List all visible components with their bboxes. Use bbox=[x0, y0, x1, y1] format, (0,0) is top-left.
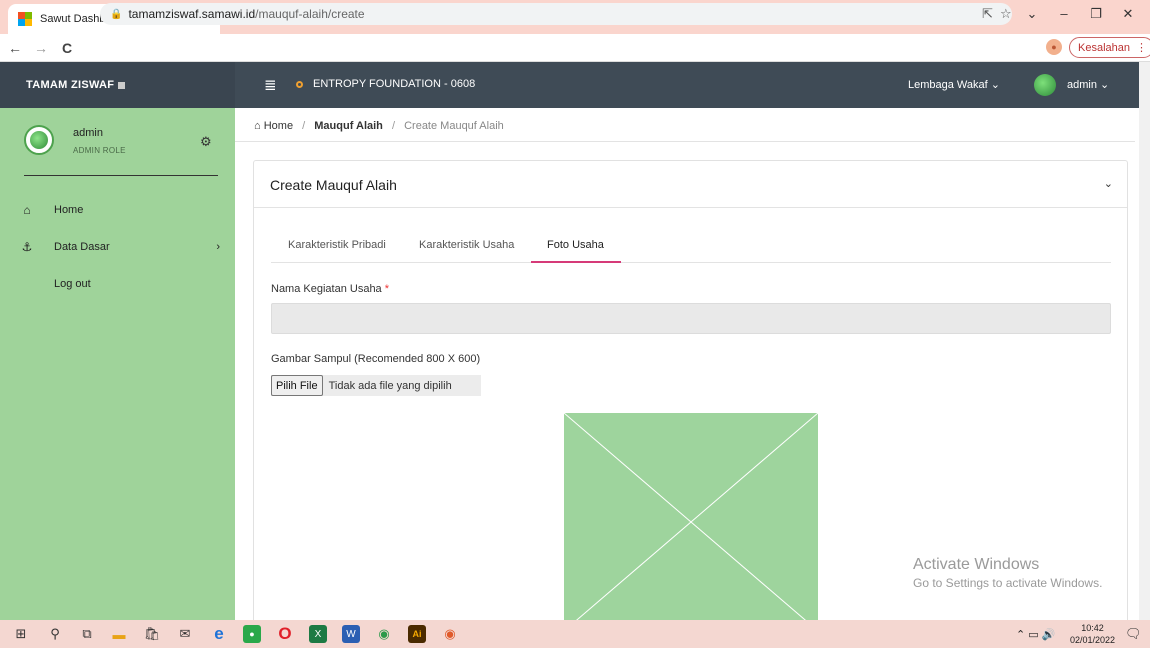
tab-karakteristik-pribadi[interactable]: Karakteristik Pribadi bbox=[288, 239, 386, 251]
sidebar-item-label: Data Dasar bbox=[54, 241, 110, 253]
hamburger-menu-icon[interactable]: ≣ bbox=[264, 76, 277, 94]
chrome-icon[interactable]: ◉ bbox=[375, 625, 393, 643]
windows-taskbar: ⊞ ⚲ ⧉ ▬ 🛍 ✉ e ● O X W ◉ Ai ◉ ⌃ ▭ 🔊 10:42… bbox=[0, 620, 1150, 648]
placeholder-cross-icon bbox=[564, 413, 818, 631]
breadcrumb-current: Create Mauquf Alaih bbox=[404, 120, 504, 132]
chrome-profile-icon[interactable]: ◉ bbox=[441, 625, 459, 643]
url-path: /mauquf-alaih/create bbox=[255, 7, 365, 21]
watermark-subtitle: Go to Settings to activate Windows. bbox=[913, 576, 1103, 590]
bookmark-star-icon[interactable]: ☆ bbox=[1000, 6, 1012, 22]
choose-file-button[interactable]: Pilih File bbox=[271, 375, 323, 396]
home-icon: ⌂ bbox=[254, 120, 261, 132]
chevron-down-icon: ⌄ bbox=[1100, 79, 1110, 91]
browser-toolbar: ← → C bbox=[0, 34, 1150, 62]
organization-name: ENTROPY FOUNDATION - 0608 bbox=[313, 78, 476, 90]
file-explorer-icon[interactable]: ▬ bbox=[110, 625, 128, 643]
brand-square-icon bbox=[118, 81, 126, 89]
breadcrumb-home[interactable]: Home bbox=[264, 120, 293, 132]
nama-kegiatan-label: Nama Kegiatan Usaha * bbox=[271, 283, 389, 295]
tab-foto-usaha[interactable]: Foto Usaha bbox=[547, 239, 604, 251]
back-icon[interactable]: ← bbox=[4, 40, 26, 56]
share-icon[interactable]: ⇱ bbox=[982, 6, 993, 22]
breadcrumb: ⌂ Home / Mauquf Alaih / Create Mauquf Al… bbox=[254, 120, 504, 132]
system-tray-icons[interactable]: ⌃ ▭ 🔊 bbox=[1016, 628, 1055, 641]
watermark-title: Activate Windows bbox=[913, 556, 1040, 573]
clock-date: 02/01/2022 bbox=[1070, 635, 1116, 645]
sidebar-item-home[interactable]: ⌂ Home bbox=[20, 199, 220, 221]
sidebar-user-name: admin bbox=[73, 127, 103, 139]
file-status-text: Tidak ada file yang dipilih bbox=[328, 379, 452, 392]
user-dropdown-label: admin bbox=[1067, 79, 1097, 91]
mail-icon[interactable]: ✉ bbox=[176, 625, 194, 643]
taskbar-clock[interactable]: 10:42 02/01/2022 bbox=[1070, 622, 1115, 646]
sidebar-item-label: Log out bbox=[54, 278, 91, 290]
illustrator-icon[interactable]: Ai bbox=[408, 625, 426, 643]
sidebar-divider bbox=[24, 175, 218, 176]
tab-search-icon[interactable]: ⌄ bbox=[1016, 6, 1048, 22]
sidebar-avatar bbox=[24, 125, 54, 155]
status-dot-icon bbox=[296, 80, 303, 88]
active-tab-indicator bbox=[531, 261, 621, 263]
excel-icon[interactable]: X bbox=[309, 625, 327, 643]
sidebar: admin ADMIN ROLE ⚙ ⌂ Home ⚓ Data Dasar ›… bbox=[0, 108, 235, 620]
file-input[interactable]: Pilih File Tidak ada file yang dipilih bbox=[271, 375, 481, 396]
sidebar-user-role: ADMIN ROLE bbox=[73, 146, 126, 155]
windows-start-icon[interactable]: ⊞ bbox=[12, 625, 30, 643]
store-icon[interactable]: 🛍 bbox=[143, 625, 161, 643]
user-dropdown[interactable]: admin ⌄ bbox=[1067, 78, 1109, 91]
reload-icon[interactable]: C bbox=[56, 40, 78, 56]
word-icon[interactable]: W bbox=[342, 625, 360, 643]
tab-karakteristik-usaha[interactable]: Karakteristik Usaha bbox=[419, 239, 514, 251]
url-host: tamamziswaf.samawi.id bbox=[128, 7, 256, 21]
brand-name: TAMAM ZISWAF bbox=[26, 79, 115, 91]
chevron-right-icon: › bbox=[216, 241, 220, 253]
clock-time: 10:42 bbox=[1081, 623, 1104, 633]
line-app-icon[interactable]: ● bbox=[243, 625, 261, 643]
user-avatar[interactable] bbox=[1034, 74, 1056, 96]
favicon-icon bbox=[18, 12, 32, 26]
error-button[interactable]: Kesalahan ⋮ bbox=[1069, 37, 1150, 58]
address-bar[interactable]: 🔒 tamamziswaf.samawi.id/mauquf-alaih/cre… bbox=[100, 3, 1012, 25]
task-view-icon[interactable]: ⧉ bbox=[78, 625, 96, 643]
organization-label: ENTROPY FOUNDATION - 0608 bbox=[280, 78, 475, 90]
error-button-label: Kesalahan bbox=[1078, 41, 1130, 54]
forward-icon[interactable]: → bbox=[30, 40, 52, 56]
brand-logo[interactable]: TAMAM ZISWAF bbox=[0, 62, 235, 108]
close-window-button[interactable]: ✕ bbox=[1112, 6, 1144, 22]
window-controls: ⌄ – ❐ ✕ bbox=[1016, 6, 1144, 22]
sidebar-item-logout[interactable]: Log out bbox=[20, 273, 220, 295]
app-topbar: TAMAM ZISWAF ≣ ENTROPY FOUNDATION - 0608… bbox=[0, 62, 1150, 108]
lock-icon: 🔒 bbox=[110, 8, 123, 20]
form-tabs: Karakteristik Pribadi Karakteristik Usah… bbox=[271, 231, 1111, 263]
search-icon[interactable]: ⚲ bbox=[46, 625, 64, 643]
anchor-icon: ⚓ bbox=[21, 240, 33, 254]
page-scrollbar[interactable] bbox=[1139, 62, 1150, 620]
edge-icon[interactable]: e bbox=[210, 624, 228, 643]
gear-icon[interactable]: ⚙ bbox=[200, 134, 212, 150]
profile-avatar[interactable]: ● bbox=[1046, 39, 1062, 55]
minimize-button[interactable]: – bbox=[1048, 6, 1080, 22]
opera-icon[interactable]: O bbox=[276, 624, 294, 643]
chevron-down-icon[interactable]: ⌄ bbox=[1104, 177, 1113, 190]
lembaga-dropdown[interactable]: Lembaga Wakaf ⌄ bbox=[908, 78, 1000, 91]
sidebar-item-label: Home bbox=[54, 204, 84, 216]
chevron-down-icon: ⌄ bbox=[990, 79, 1000, 91]
nama-kegiatan-input[interactable] bbox=[271, 303, 1111, 334]
image-placeholder bbox=[564, 413, 818, 631]
required-marker: * bbox=[384, 283, 390, 295]
breadcrumb-divider bbox=[235, 141, 1135, 142]
kebab-menu-icon: ⋮ bbox=[1136, 42, 1147, 54]
card-title: Create Mauquf Alaih bbox=[270, 177, 397, 193]
lembaga-label: Lembaga Wakaf bbox=[908, 79, 988, 91]
notification-icon[interactable]: 🗨 bbox=[1125, 626, 1142, 642]
nama-kegiatan-label-text: Nama Kegiatan Usaha bbox=[271, 283, 382, 295]
activate-windows-watermark: Activate Windows Go to Settings to activ… bbox=[913, 556, 1102, 590]
home-icon: ⌂ bbox=[23, 203, 31, 217]
breadcrumb-section[interactable]: Mauquf Alaih bbox=[314, 120, 383, 132]
gambar-sampul-label: Gambar Sampul (Recomended 800 X 600) bbox=[271, 353, 481, 365]
restore-button[interactable]: ❐ bbox=[1080, 6, 1112, 22]
card-header: Create Mauquf Alaih ⌄ bbox=[254, 161, 1127, 208]
sidebar-item-data-dasar[interactable]: ⚓ Data Dasar › bbox=[20, 236, 220, 258]
